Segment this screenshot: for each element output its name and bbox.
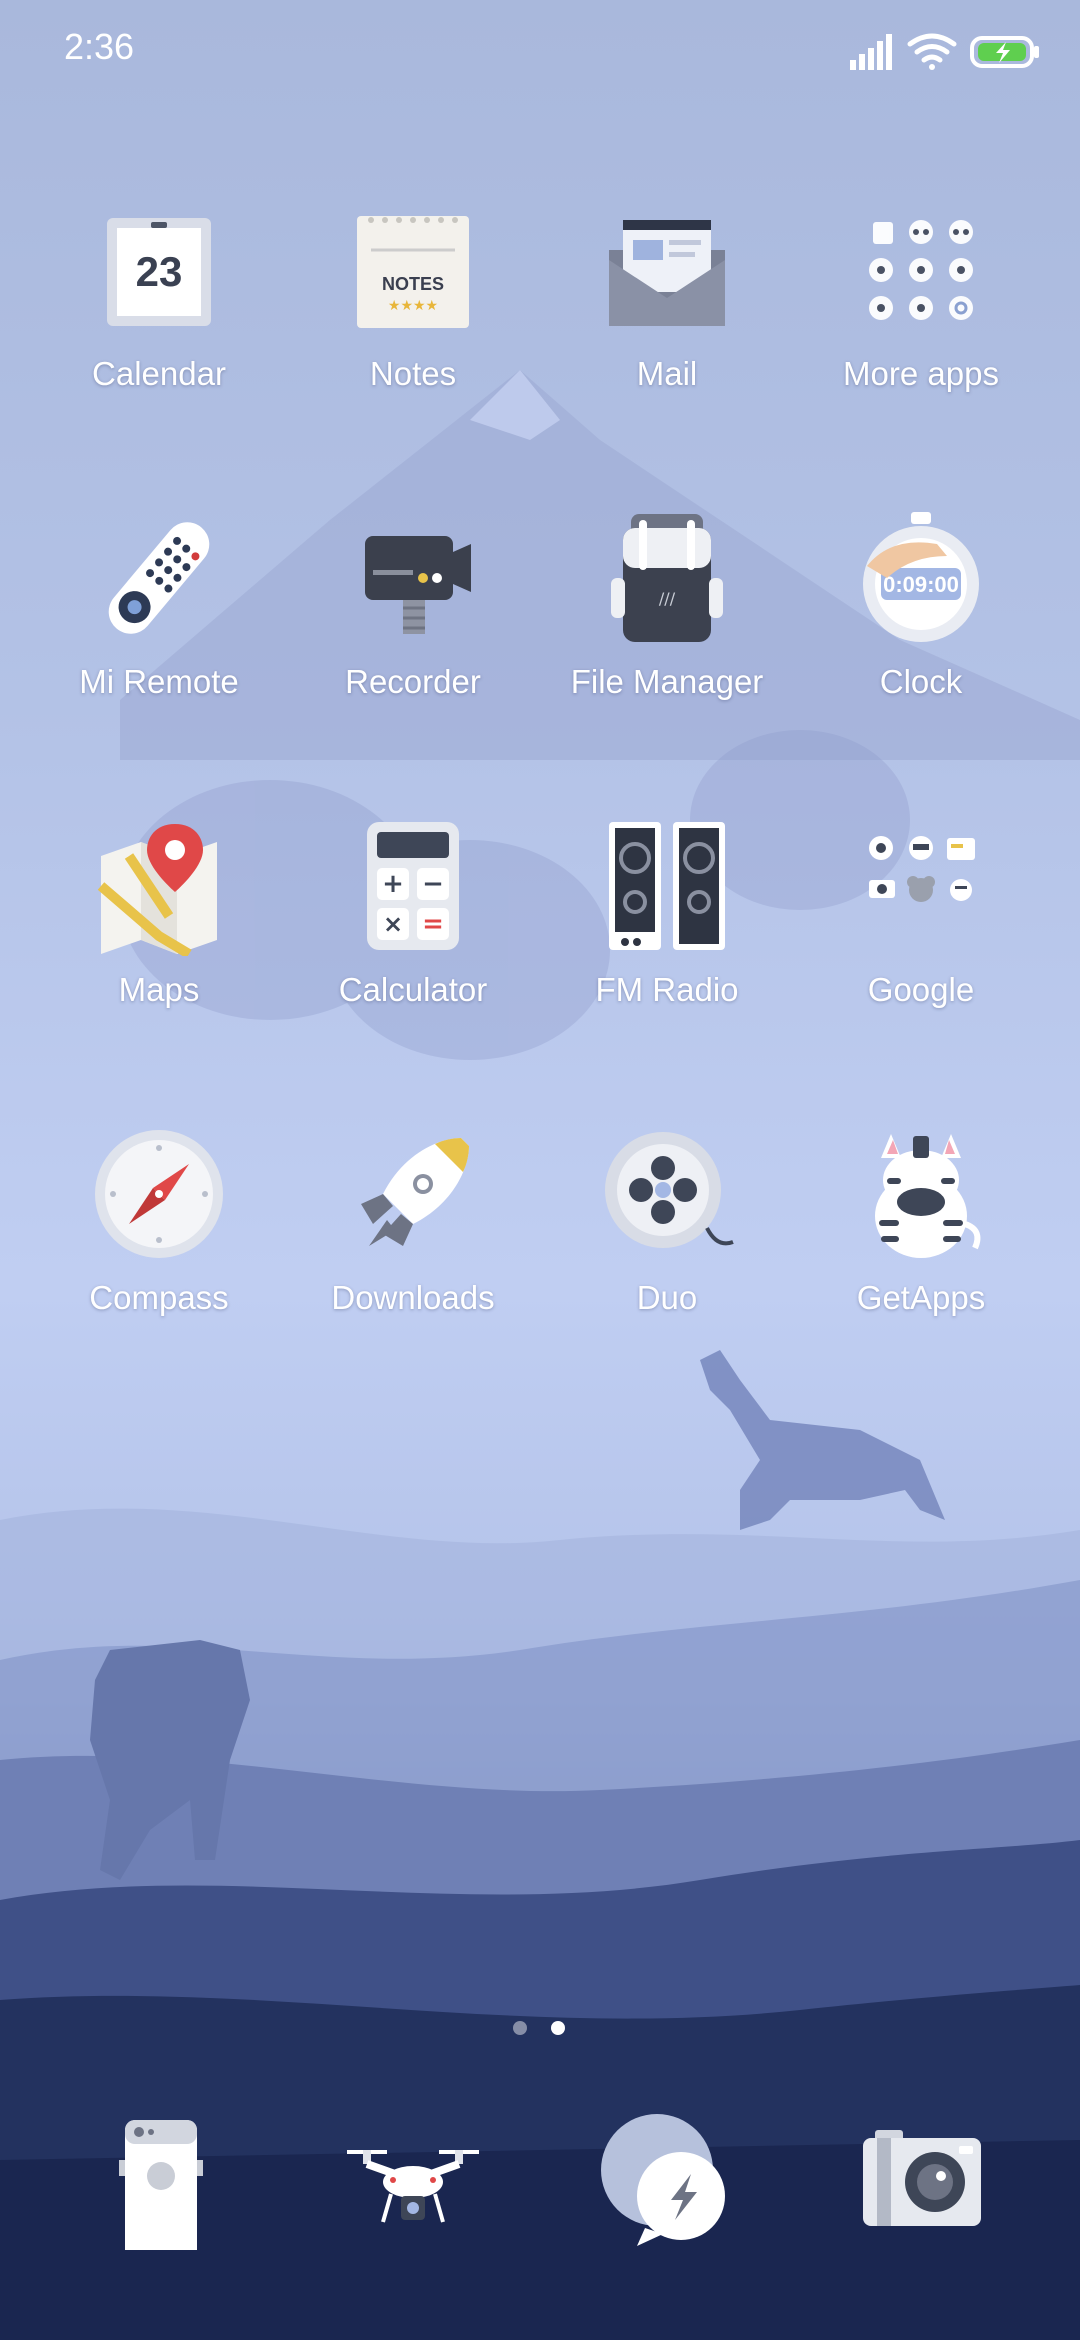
getapps-icon xyxy=(875,1134,981,1258)
app-fm-radio[interactable]: FM Radio xyxy=(540,806,794,1076)
app-label: More apps xyxy=(843,355,999,392)
app-notes[interactable]: NOTES ★★★★ Notes xyxy=(286,190,540,460)
status-icons xyxy=(850,33,1039,70)
fm-radio-icon xyxy=(609,822,725,950)
mail-icon xyxy=(609,220,725,326)
clock-icon: 0:09:00 xyxy=(863,512,979,642)
app-label: Google xyxy=(867,971,975,1008)
app-label: Downloads xyxy=(331,1279,495,1316)
app-google-folder[interactable]: Google xyxy=(794,806,1048,1076)
app-label: GetApps xyxy=(856,1279,986,1316)
messaging-icon xyxy=(601,2114,725,2246)
app-more-apps-folder[interactable]: More apps xyxy=(794,190,1048,460)
app-file-manager[interactable]: /// File Manager xyxy=(540,498,794,768)
maps-icon xyxy=(97,824,217,956)
svg-text:=: = xyxy=(422,909,444,939)
recorder-icon xyxy=(365,536,471,634)
dock-phone[interactable] xyxy=(32,2110,286,2270)
page-indicator xyxy=(0,2018,1080,2038)
page-dot-1[interactable] xyxy=(513,2021,527,2035)
svg-text:★★★★: ★★★★ xyxy=(388,298,438,314)
app-label: Clock xyxy=(879,663,963,700)
battery-icon xyxy=(970,36,1039,68)
page-dot-2-active[interactable] xyxy=(551,2021,565,2035)
app-label: Compass xyxy=(89,1279,229,1316)
app-getapps[interactable]: GetApps xyxy=(794,1114,1048,1384)
app-clock[interactable]: 0:09:00 Clock xyxy=(794,498,1048,768)
app-label: Calendar xyxy=(92,355,226,392)
dock-camera[interactable] xyxy=(794,2110,1048,2270)
app-label: Duo xyxy=(636,1279,698,1316)
dock-drone[interactable] xyxy=(286,2110,540,2270)
svg-text:0:09:00: 0:09:00 xyxy=(883,572,959,597)
app-recorder[interactable]: Recorder xyxy=(286,498,540,768)
drone-icon xyxy=(347,2150,479,2223)
home-screen: 2:36 23 Calendar NOTES ★★★★ Notes Mail M… xyxy=(0,0,1080,2340)
signal-icon xyxy=(850,34,892,70)
app-maps[interactable]: Maps xyxy=(32,806,286,1076)
app-label: Maps xyxy=(118,971,200,1008)
app-label: File Manager xyxy=(570,663,764,700)
compass-icon xyxy=(95,1130,223,1258)
app-calendar[interactable]: 23 Calendar xyxy=(32,190,286,460)
app-label: FM Radio xyxy=(595,971,739,1008)
app-duo[interactable]: Duo xyxy=(540,1114,794,1384)
camera-icon xyxy=(863,2130,981,2226)
svg-text:///: /// xyxy=(659,589,676,608)
app-label: Mi Remote xyxy=(79,663,239,700)
downloads-icon xyxy=(361,1138,469,1246)
svg-text:×: × xyxy=(383,910,403,938)
app-label: Mail xyxy=(636,355,698,392)
dock xyxy=(0,2110,1080,2270)
app-calculator[interactable]: + − × = Calculator xyxy=(286,806,540,1076)
status-time: 2:36 xyxy=(64,26,135,67)
svg-text:NOTES: NOTES xyxy=(382,274,444,294)
app-label: Recorder xyxy=(345,663,481,700)
notes-icon: NOTES ★★★★ xyxy=(357,216,469,328)
mi-remote-icon xyxy=(108,522,210,634)
svg-text:−: − xyxy=(422,869,444,899)
dock-messaging[interactable] xyxy=(540,2110,794,2270)
app-downloads[interactable]: Downloads xyxy=(286,1114,540,1384)
app-mail[interactable]: Mail xyxy=(540,190,794,460)
more-apps-folder-icon xyxy=(869,220,973,320)
app-label: Notes xyxy=(369,355,457,392)
phone-icon xyxy=(119,2120,203,2250)
svg-text:23: 23 xyxy=(136,248,183,295)
status-bar: 2:36 xyxy=(0,0,1080,100)
file-manager-icon: /// xyxy=(611,514,723,642)
calendar-icon: 23 xyxy=(107,218,211,326)
calculator-icon: + − × = xyxy=(367,822,459,950)
wifi-icon xyxy=(907,33,957,70)
google-folder-icon xyxy=(869,836,975,902)
app-mi-remote[interactable]: Mi Remote xyxy=(32,498,286,768)
app-compass[interactable]: Compass xyxy=(32,1114,286,1384)
duo-icon xyxy=(605,1132,734,1248)
svg-text:+: + xyxy=(382,869,404,899)
app-label: Calculator xyxy=(338,971,488,1008)
